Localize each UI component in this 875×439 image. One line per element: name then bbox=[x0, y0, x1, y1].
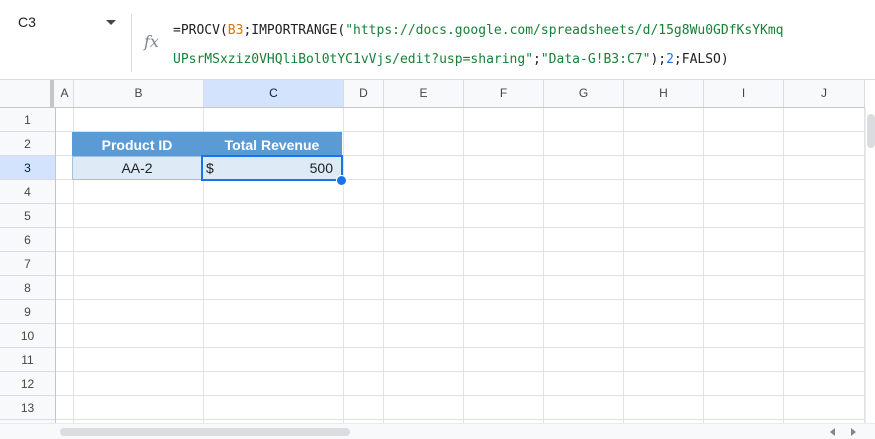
vertical-scroll-thumb[interactable] bbox=[867, 114, 875, 148]
formula-token: ; bbox=[533, 52, 541, 67]
formula-input[interactable]: =PROCV(B3;IMPORTRANGE("https://docs.goog… bbox=[173, 16, 875, 74]
horizontal-scrollbar[interactable] bbox=[0, 423, 875, 439]
row-header-7[interactable]: 7 bbox=[0, 252, 55, 276]
name-box[interactable]: C3 bbox=[0, 0, 130, 48]
divider bbox=[131, 14, 132, 72]
column-header-f[interactable]: F bbox=[464, 80, 544, 107]
name-box-ref: C3 bbox=[18, 14, 36, 30]
cell-c3-revenue[interactable]: $ 500 bbox=[202, 156, 342, 180]
horizontal-scroll-thumb[interactable] bbox=[60, 428, 350, 436]
cell-grid[interactable]: Product ID Total Revenue AA-2 $ 500 bbox=[56, 108, 865, 423]
column-header-b[interactable]: B bbox=[74, 80, 204, 107]
select-all-corner[interactable] bbox=[0, 80, 54, 107]
cell-c2-total-revenue-header[interactable]: Total Revenue bbox=[202, 132, 342, 156]
row-header-4[interactable]: 4 bbox=[0, 180, 55, 204]
row-header-13[interactable]: 13 bbox=[0, 396, 55, 420]
formula-line-1: =PROCV(B3;IMPORTRANGE("https://docs.goog… bbox=[173, 16, 875, 45]
column-header-j[interactable]: J bbox=[784, 80, 865, 107]
arrow-right-icon bbox=[851, 428, 856, 436]
row-header-6[interactable]: 6 bbox=[0, 228, 55, 252]
scroll-right-button[interactable] bbox=[846, 425, 860, 438]
grid-row-line bbox=[56, 371, 865, 372]
row-header-3[interactable]: 3 bbox=[0, 156, 55, 180]
formula-token: ;IMPORTRANGE( bbox=[243, 23, 346, 38]
grid-row-line bbox=[56, 299, 865, 300]
row-header-10[interactable]: 10 bbox=[0, 324, 55, 348]
vertical-scrollbar[interactable] bbox=[865, 108, 875, 423]
column-header-bar: ABCDEFGHIJ bbox=[0, 80, 865, 108]
row-header-5[interactable]: 5 bbox=[0, 204, 55, 228]
row-header-9[interactable]: 9 bbox=[0, 300, 55, 324]
grid-row-line bbox=[56, 347, 865, 348]
formula-bar-area: C3 fx =PROCV(B3;IMPORTRANGE("https://doc… bbox=[0, 0, 875, 80]
row-header-8[interactable]: 8 bbox=[0, 276, 55, 300]
currency-symbol: $ bbox=[206, 160, 214, 176]
grid-row-line bbox=[56, 275, 865, 276]
formula-token: "https://docs.google.com/spreadsheets/d/… bbox=[345, 23, 784, 38]
revenue-amount: 500 bbox=[309, 160, 333, 176]
row-header-1[interactable]: 1 bbox=[0, 108, 55, 132]
formula-token: ;FALSO) bbox=[673, 52, 729, 67]
column-header-i[interactable]: I bbox=[704, 80, 784, 107]
row-header-bar: 1 2 3 4 5 6 7 8 9 10 11 12 13 bbox=[0, 108, 56, 423]
grid-row-line bbox=[56, 395, 865, 396]
row-header-11[interactable]: 11 bbox=[0, 348, 55, 372]
grid-row-line bbox=[56, 323, 865, 324]
column-header-h[interactable]: H bbox=[624, 80, 704, 107]
formula-token: ); bbox=[650, 52, 667, 67]
column-header-c[interactable]: C bbox=[204, 80, 344, 107]
formula-token: 2 bbox=[666, 52, 674, 67]
grid-row-line bbox=[56, 203, 865, 204]
chevron-down-icon[interactable] bbox=[106, 20, 116, 25]
cell-b2-product-id-header[interactable]: Product ID bbox=[72, 132, 202, 156]
grid-row-line bbox=[56, 419, 865, 420]
grid-row-line bbox=[56, 227, 865, 228]
arrow-left-icon bbox=[830, 428, 835, 436]
column-header-e[interactable]: E bbox=[384, 80, 464, 107]
fill-handle[interactable] bbox=[336, 175, 347, 186]
grid-row-line bbox=[56, 251, 865, 252]
formula-token: UPsrMSxziz0VHQliBol0tYC1vVjs/edit?usp=sh… bbox=[173, 52, 534, 67]
fx-icon: fx bbox=[144, 32, 159, 51]
column-header-a[interactable]: A bbox=[56, 80, 74, 107]
row-header-12[interactable]: 12 bbox=[0, 372, 55, 396]
formula-token: "Data-G!B3:C7" bbox=[540, 52, 651, 67]
formula-line-2: UPsrMSxziz0VHQliBol0tYC1vVjs/edit?usp=sh… bbox=[173, 45, 875, 74]
scroll-left-button[interactable] bbox=[826, 425, 840, 438]
formula-token: B3 bbox=[227, 23, 244, 38]
column-header-d[interactable]: D bbox=[344, 80, 384, 107]
cell-b3-product-value[interactable]: AA-2 bbox=[72, 156, 202, 180]
column-header-g[interactable]: G bbox=[544, 80, 624, 107]
row-header-2[interactable]: 2 bbox=[0, 132, 55, 156]
formula-token: =PROCV( bbox=[173, 23, 228, 38]
